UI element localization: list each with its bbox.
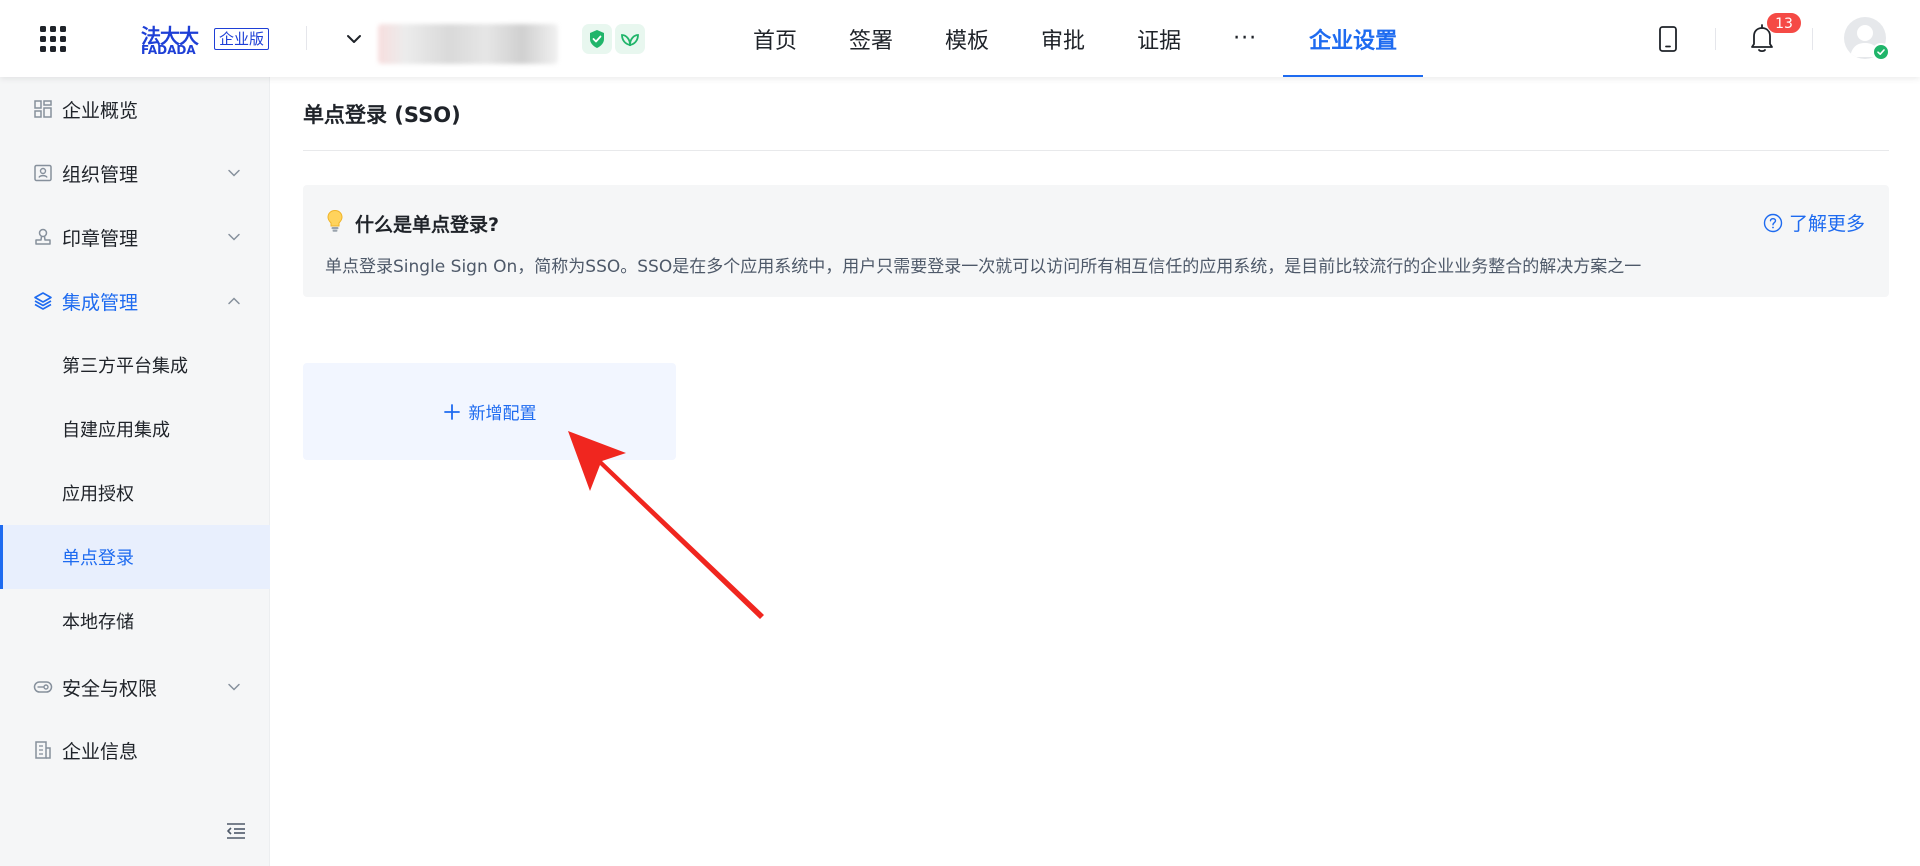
- notification-badge: 13: [1766, 12, 1802, 34]
- divider: [1812, 28, 1813, 50]
- edition-badge: 企业版: [214, 28, 270, 50]
- sidebar-item-overview[interactable]: 企业概览: [0, 77, 270, 141]
- app-grid-icon[interactable]: [40, 26, 66, 52]
- sidebar-sub-label: 本地存储: [62, 612, 134, 633]
- layers-icon: [34, 292, 52, 310]
- chevron-down-icon: [228, 233, 240, 241]
- logo[interactable]: 法大大 FADADA 企业版: [141, 21, 270, 57]
- nav-approval[interactable]: 审批: [1015, 0, 1111, 77]
- org-card-icon: [34, 164, 52, 182]
- divider: [303, 150, 1889, 151]
- sidebar-sub-label: 自建应用集成: [62, 420, 170, 441]
- seal-icon: [35, 228, 51, 245]
- mobile-phone-icon[interactable]: [1658, 25, 1678, 53]
- sidebar-sub-label: 第三方平台集成: [62, 356, 188, 377]
- sidebar-item-security[interactable]: 安全与权限: [0, 655, 270, 719]
- help-circle-icon: [1763, 213, 1783, 232]
- learn-more-link[interactable]: 了解更多: [1763, 209, 1865, 236]
- leaf-icon[interactable]: [615, 24, 645, 54]
- top-bar: 法大大 FADADA 企业版 ████████ 首页 签署 模板 审批 证据 ·…: [0, 0, 1920, 77]
- sidebar-sub-label: 单点登录: [62, 548, 134, 569]
- plus-icon: [443, 403, 460, 420]
- sidebar-item-label: 企业概览: [62, 99, 139, 122]
- sidebar: 企业概览 组织管理 印章管理 集成管理 第三方平台集成 自建应用集成 应用授权 …: [0, 77, 270, 866]
- sso-info-box: 什么是单点登录? 单点登录Single Sign On，简称为SSO。SSO是在…: [303, 185, 1889, 297]
- chevron-down-icon[interactable]: [343, 28, 365, 50]
- nav-more[interactable]: ···: [1207, 0, 1283, 77]
- learn-more-label: 了解更多: [1789, 213, 1866, 235]
- add-config-button[interactable]: 新增配置: [303, 363, 676, 460]
- chevron-up-icon: [228, 297, 240, 305]
- fadada-logo: 法大大 FADADA: [141, 21, 206, 57]
- sidebar-sub-third-party[interactable]: 第三方平台集成: [0, 333, 270, 397]
- info-description: 单点登录Single Sign On，简称为SSO。SSO是在多个应用系统中，用…: [325, 257, 1642, 277]
- key-icon: [33, 681, 53, 693]
- sidebar-sub-label: 应用授权: [62, 484, 134, 505]
- divider: [306, 26, 307, 50]
- building-icon: [35, 741, 51, 759]
- collapse-sidebar-icon[interactable]: [225, 821, 247, 841]
- divider: [1715, 28, 1716, 50]
- logo-en-text: FADADA: [141, 43, 196, 57]
- nav-evidence[interactable]: 证据: [1111, 0, 1207, 77]
- chevron-down-icon: [228, 683, 240, 691]
- sidebar-sub-local-storage[interactable]: 本地存储: [0, 589, 270, 653]
- chevron-down-icon: [228, 169, 240, 177]
- sidebar-item-org[interactable]: 组织管理: [0, 141, 270, 205]
- sidebar-sub-app-auth[interactable]: 应用授权: [0, 461, 270, 525]
- sidebar-item-label: 安全与权限: [62, 677, 158, 700]
- sidebar-item-seal[interactable]: 印章管理: [0, 205, 270, 269]
- sidebar-item-label: 印章管理: [62, 227, 139, 250]
- sidebar-item-label: 集成管理: [62, 291, 139, 314]
- add-config-label: 新增配置: [468, 404, 537, 424]
- shield-check-icon[interactable]: [582, 24, 612, 54]
- sidebar-sub-self-built[interactable]: 自建应用集成: [0, 397, 270, 461]
- sidebar-item-label: 组织管理: [62, 163, 139, 186]
- dashboard-icon: [34, 100, 52, 118]
- nav-sign[interactable]: 签署: [823, 0, 919, 77]
- main-nav: 首页 签署 模板 审批 证据 ··· 企业设置: [727, 0, 1424, 77]
- info-question: 什么是单点登录?: [355, 214, 500, 236]
- nav-template[interactable]: 模板: [919, 0, 1015, 77]
- nav-enterprise-settings[interactable]: 企业设置: [1283, 0, 1424, 77]
- sidebar-sub-sso[interactable]: 单点登录: [0, 525, 270, 589]
- sidebar-item-integration[interactable]: 集成管理: [0, 269, 270, 333]
- sidebar-item-company-info[interactable]: 企业信息: [0, 718, 270, 782]
- org-name-blurred[interactable]: ████████: [378, 24, 558, 64]
- sidebar-item-label: 企业信息: [62, 740, 139, 763]
- page-title: 单点登录 (SSO): [303, 103, 461, 127]
- verified-check-icon: [1872, 43, 1890, 61]
- lightbulb-icon: [327, 209, 343, 232]
- nav-home[interactable]: 首页: [727, 0, 823, 77]
